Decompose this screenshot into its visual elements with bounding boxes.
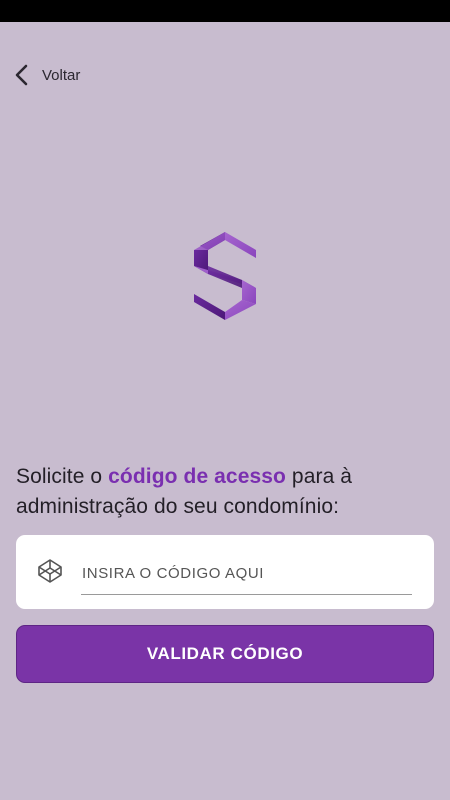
back-label: Voltar <box>42 66 81 84</box>
chevron-left-icon <box>14 63 30 87</box>
codepen-cube-icon <box>36 557 64 585</box>
access-code-input[interactable] <box>81 553 412 595</box>
intro-text: Solicite o código de acesso para à admin… <box>16 462 436 522</box>
status-bar <box>0 0 450 22</box>
intro-text-start: Solicite o <box>16 465 109 488</box>
validate-code-button[interactable]: VALIDAR CÓDIGO <box>16 625 434 683</box>
intro-text-highlight: código de acesso <box>108 465 286 488</box>
back-button[interactable]: Voltar <box>14 62 80 88</box>
code-input-card <box>16 535 434 609</box>
app-logo <box>188 226 262 324</box>
